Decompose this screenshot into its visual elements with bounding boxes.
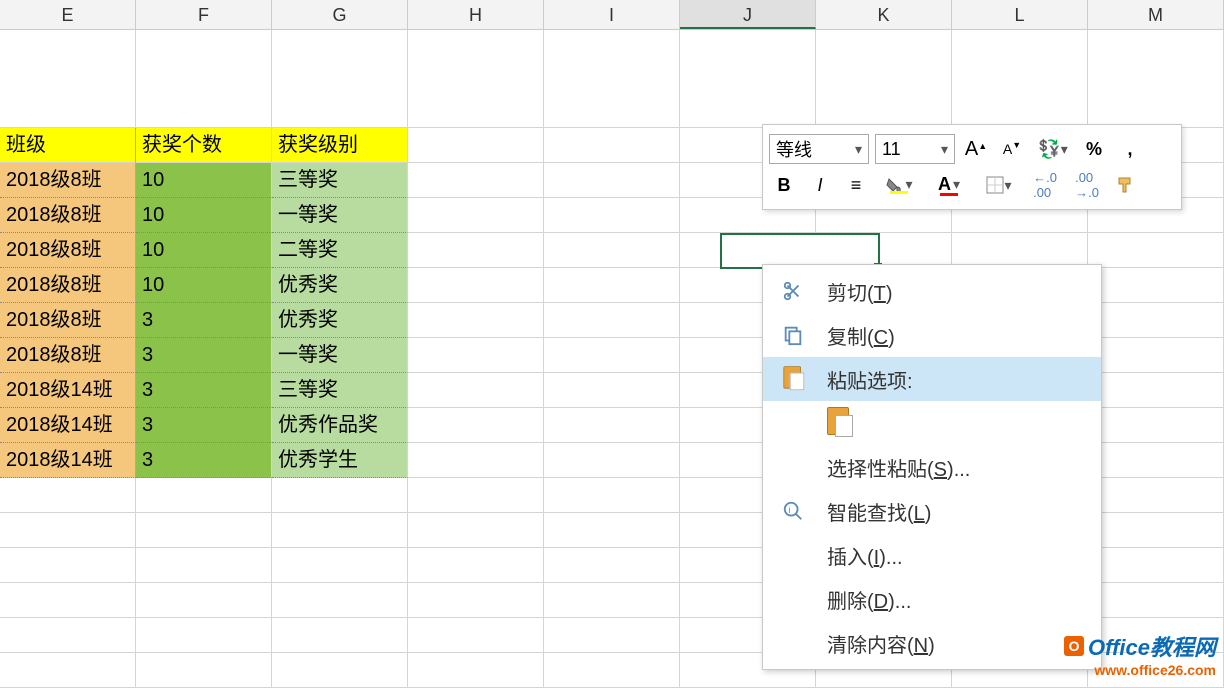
cell-count[interactable]: 3 (136, 443, 272, 478)
chevron-down-icon: ▾ (855, 141, 862, 158)
accounting-format-button[interactable]: 💱▾ (1033, 134, 1073, 164)
italic-button[interactable]: I (805, 170, 835, 200)
cell-class[interactable]: 2018级8班 (0, 303, 136, 338)
context-menu-cut[interactable]: 剪切(T) (763, 269, 1101, 313)
clipboard-icon (781, 367, 805, 391)
font-picker[interactable]: 等线 ▾ (769, 134, 869, 164)
column-header-i[interactable]: I (544, 0, 680, 29)
cell-level[interactable]: 三等奖 (272, 163, 408, 198)
cell-level[interactable]: 优秀奖 (272, 268, 408, 303)
bold-button[interactable]: B (769, 170, 799, 200)
paste-option-default[interactable] (827, 407, 855, 439)
cell-level[interactable]: 二等奖 (272, 233, 408, 268)
cell-class[interactable]: 2018级8班 (0, 338, 136, 373)
context-menu-copy-label: 复制(C) (827, 321, 895, 350)
cell-level[interactable]: 优秀作品奖 (272, 408, 408, 443)
context-menu: 剪切(T) 复制(C) 粘贴选项: 选择性粘贴(S)... i 智能查找(L) (762, 264, 1102, 670)
column-header-h[interactable]: H (408, 0, 544, 29)
increase-decimal-button[interactable]: ←.0.00 (1027, 170, 1063, 200)
context-menu-lookup-label: 智能查找(L) (827, 497, 931, 526)
table-header-level[interactable]: 获奖级别 (272, 128, 408, 163)
column-header-j[interactable]: J (680, 0, 816, 29)
font-name: 等线 (776, 136, 812, 162)
align-center-button[interactable]: ≡ (841, 170, 871, 200)
context-menu-delete[interactable]: 删除(D)... (763, 577, 1101, 621)
paintbrush-icon (1116, 175, 1136, 195)
mini-toolbar: 等线 ▾ 11 ▾ A▲ A▼ 💱▾ % , B I ≡ ▾ A▾ (762, 124, 1182, 210)
chevron-down-icon: ▾ (941, 141, 948, 158)
borders-icon (986, 176, 1004, 194)
cell-count[interactable]: 3 (136, 303, 272, 338)
office-logo-icon: O (1064, 636, 1084, 656)
cell-class[interactable]: 2018级8班 (0, 163, 136, 198)
fill-color-button[interactable]: ▾ (877, 170, 921, 200)
cell-count[interactable]: 3 (136, 408, 272, 443)
svg-text:i: i (788, 505, 790, 515)
font-color-button[interactable]: A▾ (927, 170, 971, 200)
percent-format-button[interactable]: % (1079, 134, 1109, 164)
comma-format-button[interactable]: , (1115, 134, 1145, 164)
context-menu-paste-special[interactable]: 选择性粘贴(S)... (763, 445, 1101, 489)
format-painter-button[interactable] (1111, 170, 1141, 200)
table-header-count[interactable]: 获奖个数 (136, 128, 272, 163)
context-menu-delete-label: 删除(D)... (827, 585, 911, 614)
cell-class[interactable]: 2018级8班 (0, 233, 136, 268)
increase-font-button[interactable]: A▲ (961, 134, 991, 164)
watermark: O Office教程网 www.office26.com (1064, 630, 1216, 678)
watermark-title: Office教程网 (1088, 630, 1216, 662)
context-menu-insert[interactable]: 插入(I)... (763, 533, 1101, 577)
cell-class[interactable]: 2018级14班 (0, 408, 136, 443)
context-menu-clear[interactable]: 清除内容(N) (763, 621, 1101, 665)
borders-button[interactable]: ▾ (977, 170, 1021, 200)
column-header-g[interactable]: G (272, 0, 408, 29)
font-size-picker[interactable]: 11 ▾ (875, 134, 955, 164)
column-header-f[interactable]: F (136, 0, 272, 29)
column-header-e[interactable]: E (0, 0, 136, 29)
context-menu-copy[interactable]: 复制(C) (763, 313, 1101, 357)
cell-count[interactable]: 3 (136, 338, 272, 373)
column-header-m[interactable]: M (1088, 0, 1224, 29)
cell-count[interactable]: 10 (136, 163, 272, 198)
decrease-font-button[interactable]: A▼ (997, 134, 1027, 164)
context-menu-paste-options[interactable]: 粘贴选项: (763, 357, 1101, 401)
column-header-row: E F G H I J K L M (0, 0, 1224, 30)
font-size: 11 (882, 139, 901, 160)
cell-level[interactable]: 一等奖 (272, 338, 408, 373)
cell-count[interactable]: 10 (136, 198, 272, 233)
cell-count[interactable]: 10 (136, 233, 272, 268)
column-header-k[interactable]: K (816, 0, 952, 29)
cell-class[interactable]: 2018级14班 (0, 373, 136, 408)
context-menu-clear-label: 清除内容(N) (827, 629, 935, 658)
context-menu-cut-label: 剪切(T) (827, 277, 893, 306)
cell-count[interactable]: 3 (136, 373, 272, 408)
context-menu-paste-label: 粘贴选项: (827, 365, 913, 394)
context-menu-paste-special-label: 选择性粘贴(S)... (827, 453, 970, 482)
cell-class[interactable]: 2018级8班 (0, 198, 136, 233)
cell-class[interactable]: 2018级8班 (0, 268, 136, 303)
paste-options-row (763, 401, 1101, 445)
table-row: 2018级8班10二等奖 (0, 233, 1224, 268)
decrease-decimal-button[interactable]: .00→.0 (1069, 170, 1105, 200)
table-header-class[interactable]: 班级 (0, 128, 136, 163)
column-header-l[interactable]: L (952, 0, 1088, 29)
scissors-icon (781, 279, 805, 303)
smart-lookup-icon: i (781, 499, 805, 523)
cell-level[interactable]: 三等奖 (272, 373, 408, 408)
cell-class[interactable]: 2018级14班 (0, 443, 136, 478)
cell-count[interactable]: 10 (136, 268, 272, 303)
copy-icon (781, 323, 805, 347)
cell-level[interactable]: 优秀学生 (272, 443, 408, 478)
cell-level[interactable]: 一等奖 (272, 198, 408, 233)
watermark-url: www.office26.com (1064, 662, 1216, 678)
context-menu-smart-lookup[interactable]: i 智能查找(L) (763, 489, 1101, 533)
context-menu-insert-label: 插入(I)... (827, 541, 903, 570)
cell-level[interactable]: 优秀奖 (272, 303, 408, 338)
